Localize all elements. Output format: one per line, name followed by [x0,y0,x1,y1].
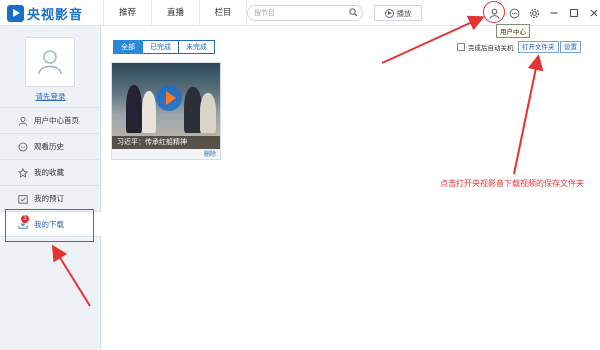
user-center-tooltip: 用户中心 [496,24,530,38]
sidebar-item-label: 用户中心首页 [34,116,79,125]
play-overlay-icon[interactable] [156,85,182,111]
title-bar: 央视影音 推荐 直播 栏目 播放 [0,0,600,26]
search-input[interactable] [254,7,342,19]
app-logo[interactable]: 央视影音 [7,4,83,23]
user-icon [17,115,28,126]
gear-icon[interactable] [526,5,542,21]
nav-tab-columns[interactable]: 栏目 [199,0,247,26]
auto-shutdown-label: 完成后自动关机 [468,44,514,52]
video-thumbnail[interactable]: 习近平：传承红船精神 [112,63,220,149]
annotation-circle [483,1,505,23]
settings-button[interactable]: 设置 [560,41,581,53]
filter-tab-completed[interactable]: 已完成 [143,40,179,54]
sidebar-item-history[interactable]: 观看历史 [0,133,101,159]
filter-tab-incomplete[interactable]: 未完成 [179,40,215,54]
filter-tab-all[interactable]: 全部 [113,40,143,54]
top-nav: 推荐 直播 栏目 [103,0,247,26]
nav-tab-recommend[interactable]: 推荐 [103,0,151,26]
download-item-footer: 删除 [112,149,220,159]
sidebar-item-label: 观看历史 [34,142,64,151]
sidebar-item-label: 我的收藏 [34,168,64,177]
arrow-to-open-folder [513,54,544,175]
avatar[interactable] [25,37,75,87]
search-icon[interactable] [349,8,358,17]
annotation-text: 点击打开央视影音下载视频的保存文件夹 [440,179,584,188]
play-icon [384,8,394,18]
minimize-icon[interactable] [546,5,562,21]
sidebar-item-label: 我的预订 [34,194,64,203]
message-icon[interactable] [506,5,522,21]
auto-shutdown-option[interactable]: 完成后自动关机 [457,42,514,52]
close-icon[interactable] [586,5,600,21]
play-label: 播放 [396,8,412,18]
download-item[interactable]: 习近平：传承红船精神 删除 [111,62,221,160]
video-title: 习近平：传承红船精神 [112,136,220,149]
app-brand: 央视影音 [27,8,84,23]
sidebar-item-user-home[interactable]: 用户中心首页 [0,107,101,133]
download-filter-tabs: 全部 已完成 未完成 [113,40,215,54]
star-icon [17,167,28,178]
sidebar: 请先登录 用户中心首页 观看历史 我的收藏 我的预订 1 我的下载 [0,26,102,350]
logo-icon [7,5,24,22]
annotation-highlight [5,209,94,242]
auto-shutdown-checkbox[interactable] [457,43,465,51]
sidebar-item-favorites[interactable]: 我的收藏 [0,159,101,185]
nav-tab-live[interactable]: 直播 [151,0,199,26]
play-button[interactable]: 播放 [374,5,422,21]
search-box [247,5,363,21]
open-folder-button[interactable]: 打开文件夹 [518,41,559,53]
login-link[interactable]: 请先登录 [0,91,101,102]
maximize-icon[interactable] [566,5,582,21]
booking-icon [17,193,28,204]
default-avatar-icon [38,50,62,75]
history-icon [17,141,28,152]
delete-link[interactable]: 删除 [204,149,216,158]
sidebar-item-bookings[interactable]: 我的预订 [0,185,101,211]
